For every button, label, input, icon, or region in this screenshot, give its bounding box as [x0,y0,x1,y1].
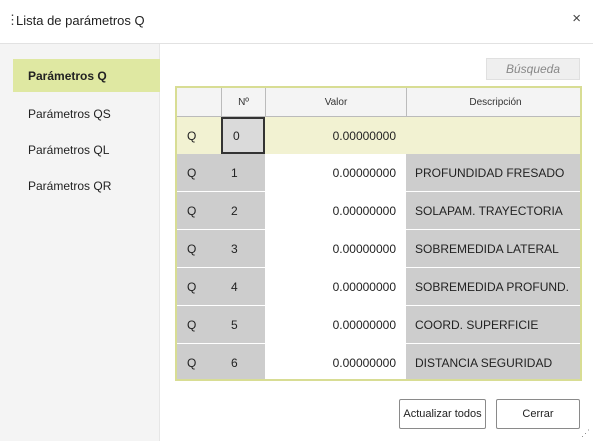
table-row-type-cell[interactable]: Q [177,344,221,379]
column-header-type [177,88,221,117]
table-row-type-cell[interactable]: Q [177,230,221,267]
table-row-number-cell[interactable]: 4 [221,268,265,305]
resize-grip-icon[interactable]: ⋰ [581,428,590,439]
sidebar-item-label: Parámetros Q [28,68,107,83]
table-row-type-cell[interactable]: Q [177,192,221,229]
close-button[interactable]: Cerrar [496,399,580,429]
column-header-value: Valor [265,88,406,117]
table-row-value-cell[interactable]: 0.00000000 [265,154,406,191]
table-row-type-cell[interactable]: Q [177,306,221,343]
column-header-number: Nº [221,88,265,117]
table-row-description-cell[interactable]: COORD. SUPERFICIE [406,306,580,343]
table-row-description-cell[interactable]: SOLAPAM. TRAYECTORIA [406,192,580,229]
table-row-type-cell[interactable]: Q [177,154,221,191]
table-row-type-cell[interactable]: Q [177,117,221,154]
sidebar-item-parametros-qr[interactable]: Parámetros QR [13,169,160,202]
update-all-button[interactable]: Actualizar todos [399,399,486,429]
table-row-number-cell[interactable]: 6 [221,344,265,379]
table-row-value-cell[interactable]: 0.00000000 [265,230,406,267]
sidebar-item-label: Parámetros QS [28,106,111,121]
table-row-number-cell[interactable]: 5 [221,306,265,343]
title-bar: ⋮ Lista de parámetros Q × [0,0,593,44]
sidebar-item-label: Parámetros QR [28,178,112,193]
table-row-description-cell[interactable] [406,117,580,154]
table-row-type-cell[interactable]: Q [177,268,221,305]
table-row-description-cell[interactable]: DISTANCIA SEGURIDAD [406,344,580,379]
table-row-description-cell[interactable]: SOBREMEDIDA LATERAL [406,230,580,267]
table-row-value-cell[interactable]: 0.00000000 [265,192,406,229]
table-row-description-cell[interactable]: PROFUNDIDAD FRESADO [406,154,580,191]
table-row-number-cell[interactable]: 0 [221,117,265,154]
table-row-value-cell[interactable]: 0.00000000 [265,306,406,343]
drag-handle-icon[interactable]: ⋮ [6,12,19,28]
table-row-number-cell[interactable]: 2 [221,192,265,229]
parameter-table: Nº Valor Descripción Q 0 0.00000000 Q 1 … [175,86,582,381]
table-row-number-cell[interactable]: 1 [221,154,265,191]
sidebar-item-label: Parámetros QL [28,142,110,157]
window-title: Lista de parámetros Q [16,13,145,28]
column-header-description: Descripción [406,88,580,117]
table-row-value-cell[interactable]: 0.00000000 [265,268,406,305]
table-row-number-cell[interactable]: 3 [221,230,265,267]
table-row-description-cell[interactable]: SOBREMEDIDA PROFUND. [406,268,580,305]
close-icon[interactable]: × [572,10,581,27]
sidebar-item-parametros-qs[interactable]: Parámetros QS [13,97,160,130]
sidebar-item-parametros-ql[interactable]: Parámetros QL [13,133,160,166]
search-input[interactable]: Búsqueda [486,58,580,80]
sidebar-item-parametros-q[interactable]: Parámetros Q [13,59,160,92]
table-row-value-cell[interactable]: 0.00000000 [265,344,406,379]
sidebar: Parámetros Q Parámetros QS Parámetros QL… [0,44,160,441]
table-row-value-cell[interactable]: 0.00000000 [265,117,406,154]
